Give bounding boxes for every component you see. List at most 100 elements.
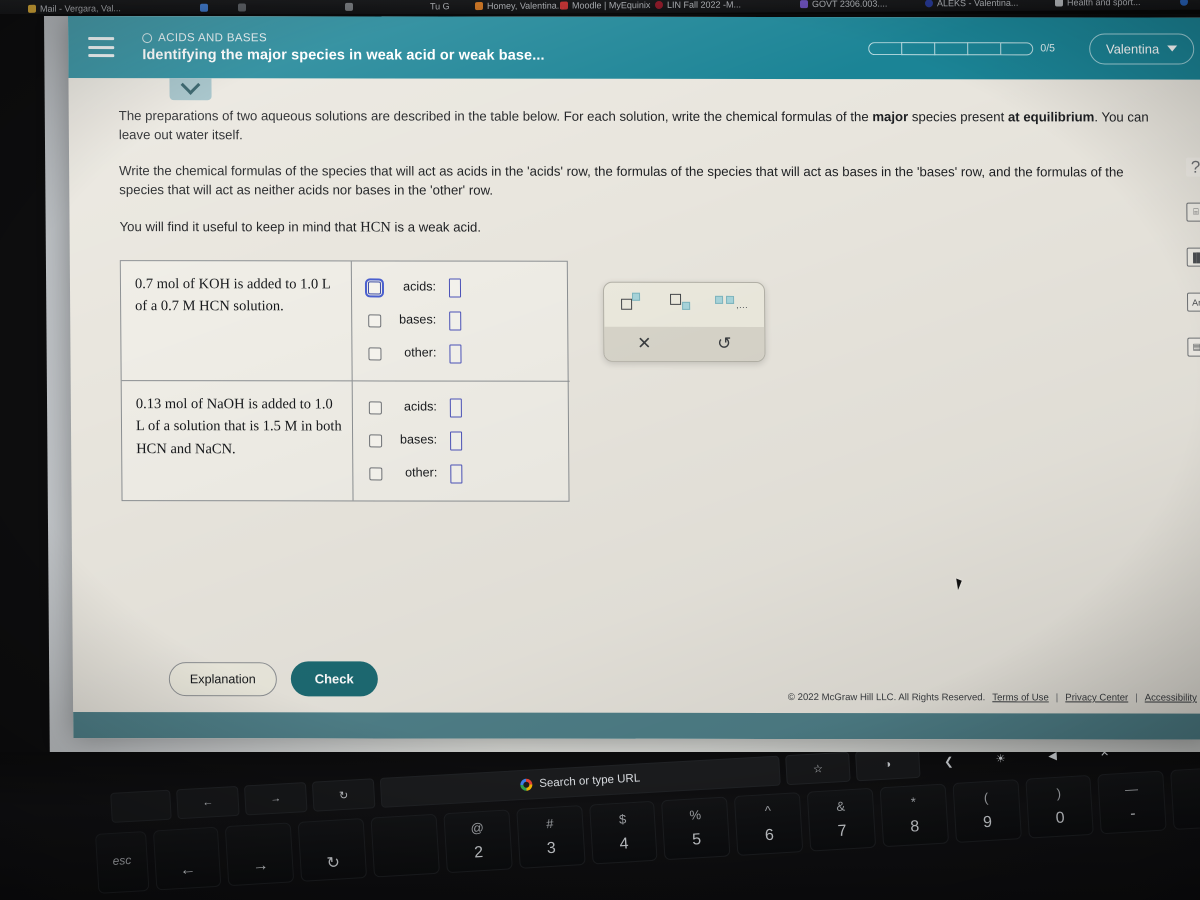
privacy-center-link[interactable]: Privacy Center bbox=[1065, 692, 1128, 703]
key-3[interactable]: #3 bbox=[516, 805, 586, 869]
clear-button[interactable]: ✕ bbox=[604, 327, 684, 361]
touchbar-mute-key[interactable]: ◀ bbox=[1029, 752, 1077, 772]
accessibility-link[interactable]: Accessibility bbox=[1145, 693, 1197, 704]
browser-tab[interactable] bbox=[1180, 0, 1188, 9]
header-subject-row: ACIDS AND BASES bbox=[142, 32, 868, 45]
superscript-square-icon bbox=[632, 292, 641, 301]
key-9[interactable]: (9 bbox=[952, 779, 1022, 843]
label-acids: acids: bbox=[403, 279, 437, 294]
footer-separator: | bbox=[1135, 692, 1138, 704]
key-upper-label: % bbox=[689, 807, 702, 823]
calculator-icon[interactable]: ⌸ bbox=[1186, 202, 1200, 222]
superscript-button[interactable] bbox=[619, 292, 653, 314]
terms-of-use-link[interactable]: Terms of Use bbox=[992, 692, 1049, 703]
graph-icon[interactable]: ▐█ bbox=[1186, 247, 1200, 267]
tab-label: ALEKS - Valentina... bbox=[937, 0, 1019, 8]
para1-bold-major: major bbox=[872, 109, 909, 125]
periodic-table-icon[interactable]: Ar bbox=[1186, 292, 1200, 312]
touchbar-forward-button[interactable]: → bbox=[243, 782, 308, 816]
key-lower-label: 8 bbox=[909, 818, 920, 836]
progress-segment bbox=[1000, 41, 1034, 55]
browser-tab[interactable] bbox=[345, 0, 353, 14]
question-paragraph-3: You will find it useful to keep in mind … bbox=[119, 217, 1149, 239]
help-icon[interactable]: ? bbox=[1185, 157, 1200, 177]
browser-tab[interactable] bbox=[238, 0, 246, 15]
touchbar-paren-key[interactable]: ❮ bbox=[925, 752, 973, 777]
browser-tab[interactable]: Health and sport... bbox=[1055, 0, 1141, 10]
label-bases: bases: bbox=[399, 432, 438, 447]
tab-label: GOVT 2306.003.... bbox=[812, 0, 888, 9]
key-upper-label: — bbox=[1124, 781, 1139, 797]
touchbar-bookmark-button[interactable]: ☆ bbox=[785, 752, 851, 786]
undo-button[interactable]: ↺ bbox=[684, 327, 764, 361]
key-6[interactable]: ^ 6 bbox=[734, 792, 804, 856]
touchbar-brightness-key[interactable]: ☀ bbox=[977, 752, 1025, 774]
mouse-cursor bbox=[952, 578, 962, 591]
key-minus[interactable]: — - bbox=[1097, 770, 1167, 835]
check-button[interactable]: Check bbox=[290, 661, 378, 697]
reference-icon[interactable]: ▤ bbox=[1187, 337, 1200, 357]
browser-tab[interactable]: Moodle | MyEquinix bbox=[560, 0, 650, 13]
key-back[interactable]: ← bbox=[152, 826, 222, 891]
formula-toolbar-buttons: ,... bbox=[612, 292, 756, 325]
explanation-button[interactable]: Explanation bbox=[168, 661, 277, 696]
user-menu-button[interactable]: Valentina bbox=[1088, 32, 1195, 65]
key-7[interactable]: & 7 bbox=[806, 787, 877, 852]
square-icon bbox=[726, 295, 735, 304]
browser-tab[interactable]: GOVT 2306.003.... bbox=[800, 0, 887, 11]
input-other[interactable] bbox=[449, 344, 462, 364]
progress-segment bbox=[868, 41, 902, 55]
key-forward[interactable]: → bbox=[225, 822, 295, 887]
more-options-button[interactable]: ,... bbox=[715, 292, 749, 314]
key-0[interactable]: ) 0 bbox=[1024, 774, 1095, 839]
key-4[interactable]: $4 bbox=[588, 800, 658, 865]
tab-favicon bbox=[560, 1, 568, 10]
key-lower-label: 0 bbox=[1055, 809, 1066, 827]
answer-row-acids: acids: bbox=[368, 391, 562, 424]
subscript-button[interactable] bbox=[667, 292, 701, 314]
aleks-app-page: ACIDS AND BASES Identifying the major sp… bbox=[68, 16, 1200, 740]
key-upper-label: & bbox=[835, 798, 846, 814]
key-reload[interactable]: ↻ bbox=[297, 818, 368, 882]
para1-part2: species present bbox=[908, 109, 1008, 125]
ellipsis-icon: ,... bbox=[736, 299, 749, 310]
touchbar-esc[interactable] bbox=[110, 789, 172, 823]
browser-tab[interactable] bbox=[200, 0, 208, 15]
browser-tab[interactable]: LIN Fall 2022 -M... bbox=[655, 0, 741, 12]
browser-tab[interactable]: Tu G bbox=[430, 0, 450, 13]
browser-tab[interactable]: Homey, Valentina... bbox=[475, 0, 564, 13]
input-other[interactable] bbox=[450, 464, 463, 484]
tab-label: Health and sport... bbox=[1067, 0, 1141, 7]
checkbox-bases[interactable] bbox=[369, 434, 383, 448]
input-acids[interactable] bbox=[448, 278, 462, 298]
checkbox-acids[interactable] bbox=[368, 401, 382, 415]
hamburger-menu-icon[interactable] bbox=[88, 37, 115, 58]
checkbox-acids[interactable] bbox=[364, 277, 385, 298]
progress-segment bbox=[901, 41, 935, 55]
key-lower-label: 9 bbox=[982, 813, 993, 832]
key-esc[interactable]: esc bbox=[95, 830, 150, 894]
browser-tab-aleks[interactable]: ALEKS - Valentina... bbox=[925, 0, 1018, 10]
touchbar-back-button[interactable]: ← bbox=[176, 785, 240, 820]
collapse-panel-toggle[interactable] bbox=[169, 75, 212, 101]
touchbar-volume-key[interactable]: ✕ bbox=[1081, 752, 1129, 769]
label-acids: acids: bbox=[403, 399, 437, 414]
touchbar-reload-button[interactable]: ↻ bbox=[311, 778, 376, 812]
checkbox-other[interactable] bbox=[368, 347, 382, 361]
key-2[interactable]: @2 bbox=[443, 809, 513, 874]
aleks-header: ACIDS AND BASES Identifying the major sp… bbox=[68, 16, 1200, 80]
checkbox-other[interactable] bbox=[369, 467, 383, 481]
answer-row-bases: bases: bbox=[368, 304, 561, 337]
input-bases[interactable] bbox=[450, 431, 463, 451]
input-acids[interactable] bbox=[449, 398, 462, 418]
key-5[interactable]: % 5 bbox=[661, 796, 731, 861]
input-bases[interactable] bbox=[449, 311, 462, 331]
key-1[interactable] bbox=[370, 813, 440, 878]
touchbar-shield-button[interactable]: ◑ bbox=[855, 752, 921, 782]
question-content: The preparations of two aqueous solution… bbox=[68, 78, 1200, 680]
tab-favicon bbox=[200, 3, 208, 12]
checkbox-bases[interactable] bbox=[368, 314, 382, 328]
tab-favicon bbox=[345, 2, 353, 11]
key-equals[interactable]: += bbox=[1170, 766, 1200, 831]
key-8[interactable]: * 8 bbox=[879, 783, 949, 848]
